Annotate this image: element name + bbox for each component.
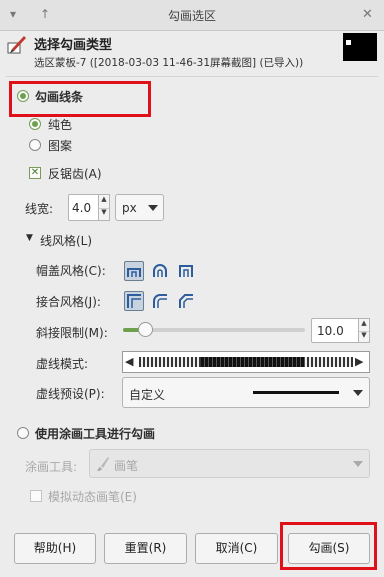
chevron-down-icon [353, 390, 363, 396]
spin-down-icon[interactable]: ▼ [359, 331, 369, 343]
pattern-radio[interactable] [29, 139, 41, 151]
pattern-label: 图案 [48, 139, 73, 153]
spin-down-icon[interactable]: ▼ [99, 208, 109, 221]
dash-left-arrow-icon[interactable]: ◀ [125, 355, 133, 369]
miter-limit-value: 10.0 [317, 324, 344, 338]
join-round-button[interactable] [150, 291, 170, 311]
unit-value: px [122, 201, 137, 215]
spin-up-icon[interactable]: ▲ [99, 195, 109, 209]
cap-style-label: 帽盖风格(C): [36, 264, 106, 278]
join-bevel-icon [179, 294, 193, 308]
miter-limit-input[interactable]: 10.0 ▲ ▼ [311, 318, 370, 343]
antialias-label: 反锯齿(A) [48, 167, 102, 181]
cap-butt-button[interactable] [124, 261, 144, 281]
expander-triangle-icon[interactable]: ▼ [26, 233, 33, 243]
line-width-label: 线宽: [25, 202, 54, 216]
stroke-selection-icon [7, 36, 26, 54]
join-bevel-button[interactable] [176, 291, 196, 311]
cap-square-icon [179, 265, 193, 277]
join-style-label: 接合风格(J): [36, 295, 101, 309]
dash-preset-value: 自定义 [129, 388, 166, 402]
line-width-spinner[interactable]: ▲ ▼ [98, 194, 110, 221]
header-separator [6, 76, 378, 77]
paint-tool-select[interactable]: 画笔 [89, 449, 370, 478]
paint-tool-value: 画笔 [114, 459, 139, 473]
solid-color-radio[interactable] [29, 118, 41, 130]
cancel-button[interactable]: 取消(C) [195, 533, 278, 564]
dash-right-arrow-icon[interactable]: ▶ [355, 355, 363, 369]
join-round-icon [153, 294, 167, 308]
cap-square-button[interactable] [176, 261, 196, 281]
dash-preset-preview [253, 391, 339, 394]
paint-tool-radio[interactable] [17, 427, 29, 439]
dialog-subheading: 选区蒙板-7 ([2018-03-03 11-46-31屏幕截图] (已导入)) [34, 57, 304, 69]
join-miter-icon [127, 294, 141, 308]
cap-round-icon [153, 264, 167, 277]
selection-thumbnail [343, 33, 377, 61]
paintbrush-icon [97, 457, 109, 471]
antialias-checkbox[interactable]: ✕ [29, 167, 41, 179]
title-bar: ▾ ↑ 勾画选区 ✕ [0, 0, 384, 31]
dash-preset-label: 虚线预设(P): [36, 387, 105, 401]
unit-select[interactable]: px [115, 194, 164, 221]
highlight-box-stroke-line [9, 81, 151, 117]
paint-tool-label: 使用涂画工具进行勾画 [35, 427, 156, 441]
window-title: 勾画选区 [167, 9, 216, 23]
reset-button[interactable]: 重置(R) [104, 533, 187, 564]
join-miter-button[interactable] [124, 291, 144, 311]
dash-preset-select[interactable]: 自定义 [122, 377, 370, 408]
line-style-expander[interactable]: 线风格(L) [40, 232, 92, 249]
dash-pattern-editor[interactable]: ◀ ▶ [122, 351, 370, 373]
line-width-input[interactable]: 4.0 ▲ ▼ [68, 194, 110, 221]
miter-slider-handle[interactable] [138, 322, 153, 337]
chevron-down-icon [148, 205, 158, 211]
miter-slider-track[interactable] [123, 322, 305, 337]
cap-butt-icon [127, 268, 141, 277]
cap-round-button[interactable] [150, 261, 170, 281]
close-icon[interactable]: ✕ [362, 7, 373, 22]
emulate-dynamics-label: 模拟动态画笔(E) [48, 490, 137, 504]
dialog-heading: 选择勾画类型 [34, 38, 113, 53]
help-button[interactable]: 帮助(H) [14, 533, 96, 564]
paint-tool-select-label: 涂画工具: [25, 460, 78, 474]
miter-limit-spinner[interactable]: ▲ ▼ [358, 318, 370, 343]
emulate-dynamics-checkbox[interactable] [30, 490, 42, 502]
miter-limit-label: 斜接限制(M): [36, 326, 108, 340]
line-width-value: 4.0 [72, 201, 92, 215]
solid-color-label: 纯色 [48, 118, 73, 132]
chevron-down-icon [353, 461, 363, 467]
highlight-box-stroke-button [280, 522, 377, 570]
dash-active-segments [201, 357, 305, 367]
dash-pattern-label: 虚线模式: [36, 357, 89, 371]
dash-segments[interactable] [139, 357, 353, 367]
